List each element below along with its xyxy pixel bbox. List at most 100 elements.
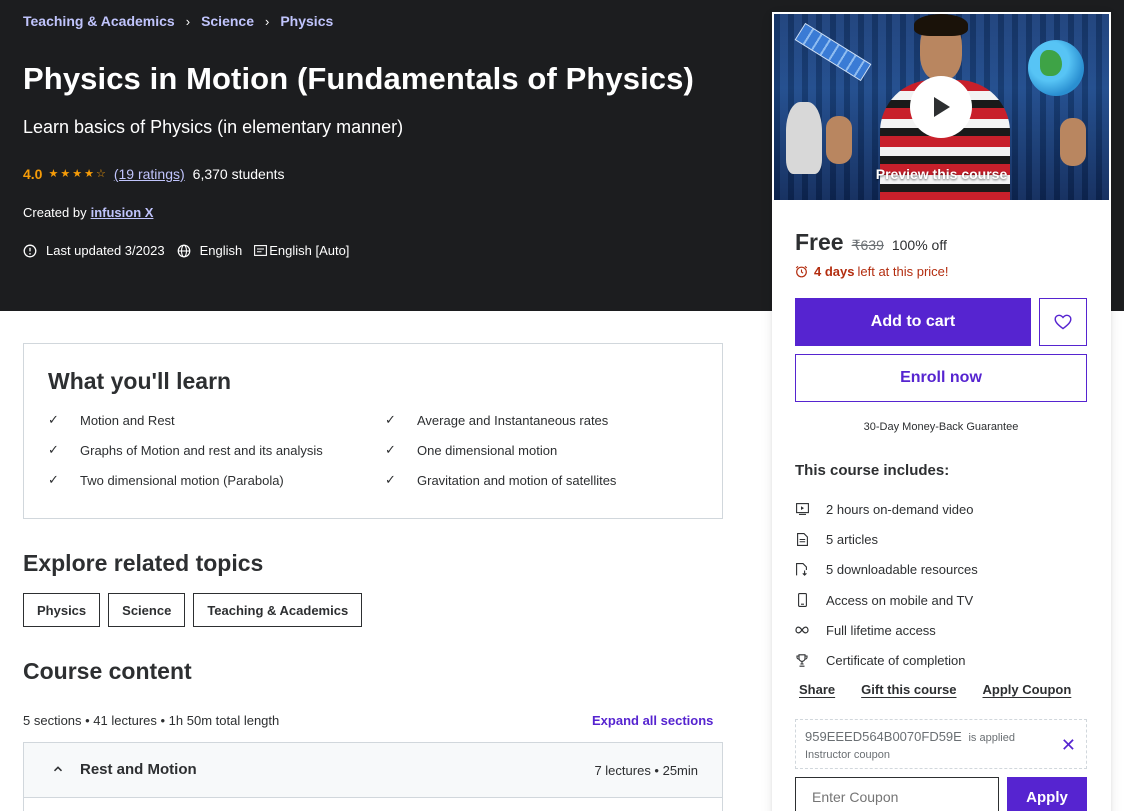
coupon-input[interactable] xyxy=(795,777,999,811)
created-by: Created by infusion X xyxy=(23,205,153,220)
language-text: English xyxy=(199,243,243,258)
topic-teaching-academics[interactable]: Teaching & Academics xyxy=(193,593,363,627)
learn-list: ✓ Motion and Rest ✓ Average and Instantane… xyxy=(48,412,708,488)
includes-text: 2 hours on-demand video xyxy=(826,501,974,517)
learn-item: ✓ Average and Instantaneous rates xyxy=(385,412,708,428)
language: English xyxy=(177,243,243,258)
what-you-will-learn: What you'll learn ✓ Motion and Rest ✓ Aver… xyxy=(23,343,723,519)
apply-coupon-link[interactable]: Apply Coupon xyxy=(983,682,1072,697)
ratings-count-link[interactable]: (19 ratings) xyxy=(114,166,185,182)
preview-label: Preview this course xyxy=(875,166,1008,182)
captions: English [Auto] xyxy=(254,243,349,258)
breadcrumb-science[interactable]: Science xyxy=(201,13,254,29)
learn-item-text: Two dimensional motion (Parabola) xyxy=(80,472,284,488)
learn-item: ✓ Motion and Rest xyxy=(48,412,385,428)
trophy-icon xyxy=(795,654,809,668)
deadline-text: left at this price! xyxy=(857,264,949,279)
instructor-link[interactable]: infusion X xyxy=(91,205,154,220)
price-row: Free ₹639 100% off xyxy=(795,229,947,256)
includes-text: 5 articles xyxy=(826,531,879,547)
includes-item: Full lifetime access xyxy=(795,615,978,645)
learn-item-text: Average and Instantaneous rates xyxy=(417,412,609,428)
add-to-cart-button[interactable]: Add to cart xyxy=(795,298,1031,346)
presenter-hair xyxy=(914,14,968,36)
course-preview[interactable]: Preview this course xyxy=(774,14,1109,200)
remove-coupon-icon[interactable]: ✕ xyxy=(1061,736,1076,754)
star-empty-icon: ☆ xyxy=(95,167,106,180)
check-icon: ✓ xyxy=(48,442,59,457)
includes-item: Access on mobile and TV xyxy=(795,585,978,615)
captions-text: English [Auto] xyxy=(269,243,350,258)
video-icon xyxy=(795,502,809,516)
coupon-code: 959EEED564B0070FD59E xyxy=(805,729,962,744)
learn-item-text: Gravitation and motion of satellites xyxy=(417,472,617,488)
course-content-meta: 5 sections • 41 lectures • 1h 50m total … xyxy=(23,713,280,728)
check-icon: ✓ xyxy=(48,472,59,487)
chevron-right-icon: › xyxy=(265,13,270,29)
course-subtitle: Learn basics of Physics (in elementary m… xyxy=(23,117,404,137)
breadcrumb-physics[interactable]: Physics xyxy=(280,13,333,29)
original-price: ₹639 xyxy=(851,237,884,253)
learn-title: What you'll learn xyxy=(48,368,232,394)
coupon-code-row: 959EEED564B0070FD59E is applied xyxy=(805,729,1015,744)
includes-text: 5 downloadable resources xyxy=(826,562,978,578)
alarm-clock-icon xyxy=(795,265,808,278)
check-icon: ✓ xyxy=(48,412,59,427)
chevron-up-icon xyxy=(53,766,63,772)
applied-coupon: 959EEED564B0070FD59E is applied Instruct… xyxy=(795,719,1087,769)
heart-icon xyxy=(1054,314,1072,330)
learn-item-text: Graphs of Motion and rest and its analys… xyxy=(80,442,323,458)
money-back-guarantee: 30-Day Money-Back Guarantee xyxy=(863,421,1019,433)
section-title: Rest and Motion xyxy=(80,761,197,778)
mobile-icon xyxy=(795,593,809,607)
check-icon: ✓ xyxy=(385,412,396,427)
includes-item: Certificate of completion xyxy=(795,645,978,675)
play-icon xyxy=(934,97,950,117)
deadline-days: 4 days xyxy=(814,264,855,279)
created-by-label: Created by xyxy=(23,205,87,220)
star-filled-icon: ★ xyxy=(60,167,71,180)
section-info: 7 lectures • 25min xyxy=(594,763,698,778)
globe-icon xyxy=(177,244,190,257)
check-icon: ✓ xyxy=(385,472,396,487)
students-count: 6,370 students xyxy=(192,166,285,182)
star-filled-icon: ★ xyxy=(84,167,94,180)
price-deadline: 4 days left at this price! xyxy=(795,264,949,279)
discount-percent: 100% off xyxy=(891,237,947,253)
apply-coupon-button[interactable]: Apply xyxy=(1007,777,1087,811)
share-link[interactable]: Share xyxy=(799,682,835,697)
topic-physics[interactable]: Physics xyxy=(23,593,101,627)
enroll-now-button[interactable]: Enroll now xyxy=(795,354,1087,402)
course-title: Physics in Motion (Fundamentals of Physi… xyxy=(23,61,694,96)
alert-clock-icon xyxy=(23,244,37,257)
infinity-icon xyxy=(795,623,809,637)
wishlist-button[interactable] xyxy=(1039,298,1087,346)
rating-row: 4.0 ★ ★ ★ ★ ☆ (19 ratings) 6,370 student… xyxy=(23,166,285,182)
closed-captions-icon xyxy=(254,245,268,256)
play-button[interactable] xyxy=(910,76,972,138)
learn-item: ✓ Two dimensional motion (Parabola) xyxy=(48,472,385,488)
section-header-rest-and-motion[interactable]: Rest and Motion 7 lectures • 25min xyxy=(23,742,723,798)
includes-text: Full lifetime access xyxy=(826,622,936,638)
presenter-hand xyxy=(1060,118,1086,166)
star-filled-icon: ★ xyxy=(72,167,83,180)
breadcrumb-teaching-academics[interactable]: Teaching & Academics xyxy=(23,13,175,29)
rating-stars: ★ ★ ★ ★ ☆ xyxy=(48,167,106,180)
cartoon-graphic xyxy=(786,102,822,174)
includes-text: Access on mobile and TV xyxy=(826,592,974,608)
presenter-hand xyxy=(826,116,852,164)
topic-science[interactable]: Science xyxy=(108,593,186,627)
last-updated: Last updated 3/2023 xyxy=(23,243,165,258)
last-updated-text: Last updated 3/2023 xyxy=(46,243,165,258)
article-icon xyxy=(795,532,809,546)
learn-item: ✓ Gravitation and motion of satellites xyxy=(385,472,708,488)
course-meta: Last updated 3/2023 English English [Aut… xyxy=(23,243,361,258)
expand-all-sections-button[interactable]: Expand all sections xyxy=(592,713,713,728)
related-topics: Physics Science Teaching & Academics xyxy=(23,593,363,627)
current-price: Free xyxy=(795,229,844,255)
includes-item: 5 articles xyxy=(795,524,978,554)
learn-item: ✓ Graphs of Motion and rest and its analy… xyxy=(48,442,385,458)
includes-text: Certificate of completion xyxy=(826,653,966,669)
gift-course-link[interactable]: Gift this course xyxy=(861,682,956,697)
learn-item-text: Motion and Rest xyxy=(80,412,175,428)
